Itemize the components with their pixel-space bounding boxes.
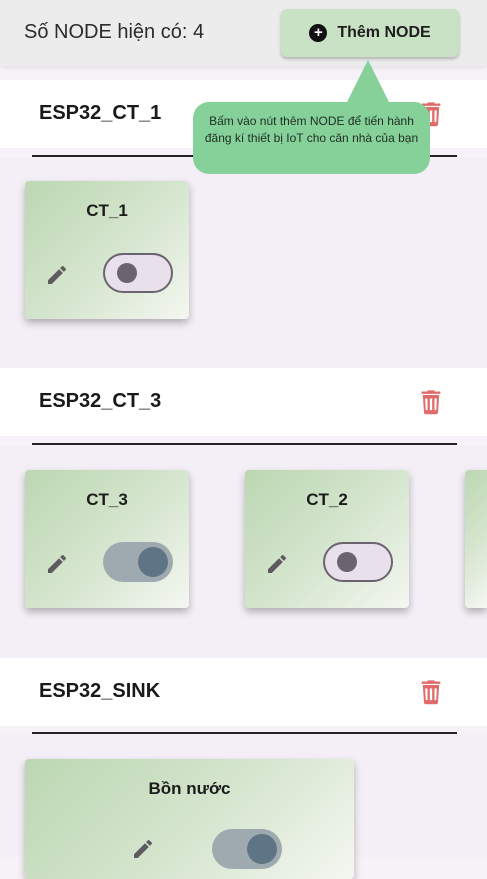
add-circle-icon: + bbox=[309, 24, 328, 42]
toggle-knob bbox=[138, 547, 168, 577]
node-title: ESP32_CT_1 bbox=[39, 102, 162, 124]
device-power-toggle[interactable] bbox=[212, 829, 282, 869]
device-card-ct-2: CT_2 bbox=[245, 470, 409, 608]
section-divider bbox=[32, 732, 457, 734]
add-node-button-label: Thêm NODE bbox=[337, 24, 431, 41]
node-header-esp32-sink: ESP32_SINK bbox=[0, 658, 487, 726]
edit-pencil-icon[interactable] bbox=[131, 837, 155, 861]
delete-node-trash-icon[interactable] bbox=[417, 676, 445, 708]
delete-node-trash-icon[interactable] bbox=[417, 386, 445, 418]
edit-pencil-icon[interactable] bbox=[265, 552, 289, 576]
device-card-bon-nuoc: Bồn nước bbox=[25, 759, 354, 879]
add-node-tooltip: Bấm vào nút thêm NODE để tiến hành đăng … bbox=[193, 102, 430, 174]
toggle-knob bbox=[117, 263, 137, 283]
device-label: CT_3 bbox=[86, 490, 128, 509]
device-power-toggle[interactable] bbox=[323, 542, 393, 582]
top-bar: Số NODE hiện có: 4 + Thêm NODE bbox=[0, 0, 487, 66]
device-power-toggle[interactable] bbox=[103, 253, 173, 293]
node-header-esp32-ct-3: ESP32_CT_3 bbox=[0, 368, 487, 436]
node-title: ESP32_SINK bbox=[39, 680, 161, 702]
node-title: ESP32_CT_3 bbox=[39, 390, 162, 412]
toggle-knob bbox=[247, 834, 277, 864]
device-label: Bồn nước bbox=[148, 779, 231, 798]
device-list-esp32-ct-1: CT_1 bbox=[0, 158, 487, 368]
add-node-button[interactable]: + Thêm NODE bbox=[281, 9, 459, 57]
toggle-knob bbox=[337, 552, 357, 572]
device-card-ct-1: CT_1 bbox=[25, 181, 189, 319]
device-label: CT_1 bbox=[86, 201, 128, 220]
edit-pencil-icon[interactable] bbox=[45, 552, 69, 576]
device-label: CT_2 bbox=[306, 490, 348, 509]
node-count-label: Số NODE hiện có: 4 bbox=[24, 21, 205, 43]
tooltip-arrow bbox=[346, 60, 390, 104]
device-power-toggle[interactable] bbox=[103, 542, 173, 582]
device-list-esp32-sink: Bồn nước bbox=[0, 735, 487, 879]
section-divider bbox=[32, 443, 457, 445]
device-card-ct-3: CT_3 bbox=[25, 470, 189, 608]
device-card-partial bbox=[465, 470, 487, 608]
edit-pencil-icon[interactable] bbox=[45, 263, 69, 287]
device-list-esp32-ct-3: CT_3 CT_2 bbox=[0, 446, 487, 658]
